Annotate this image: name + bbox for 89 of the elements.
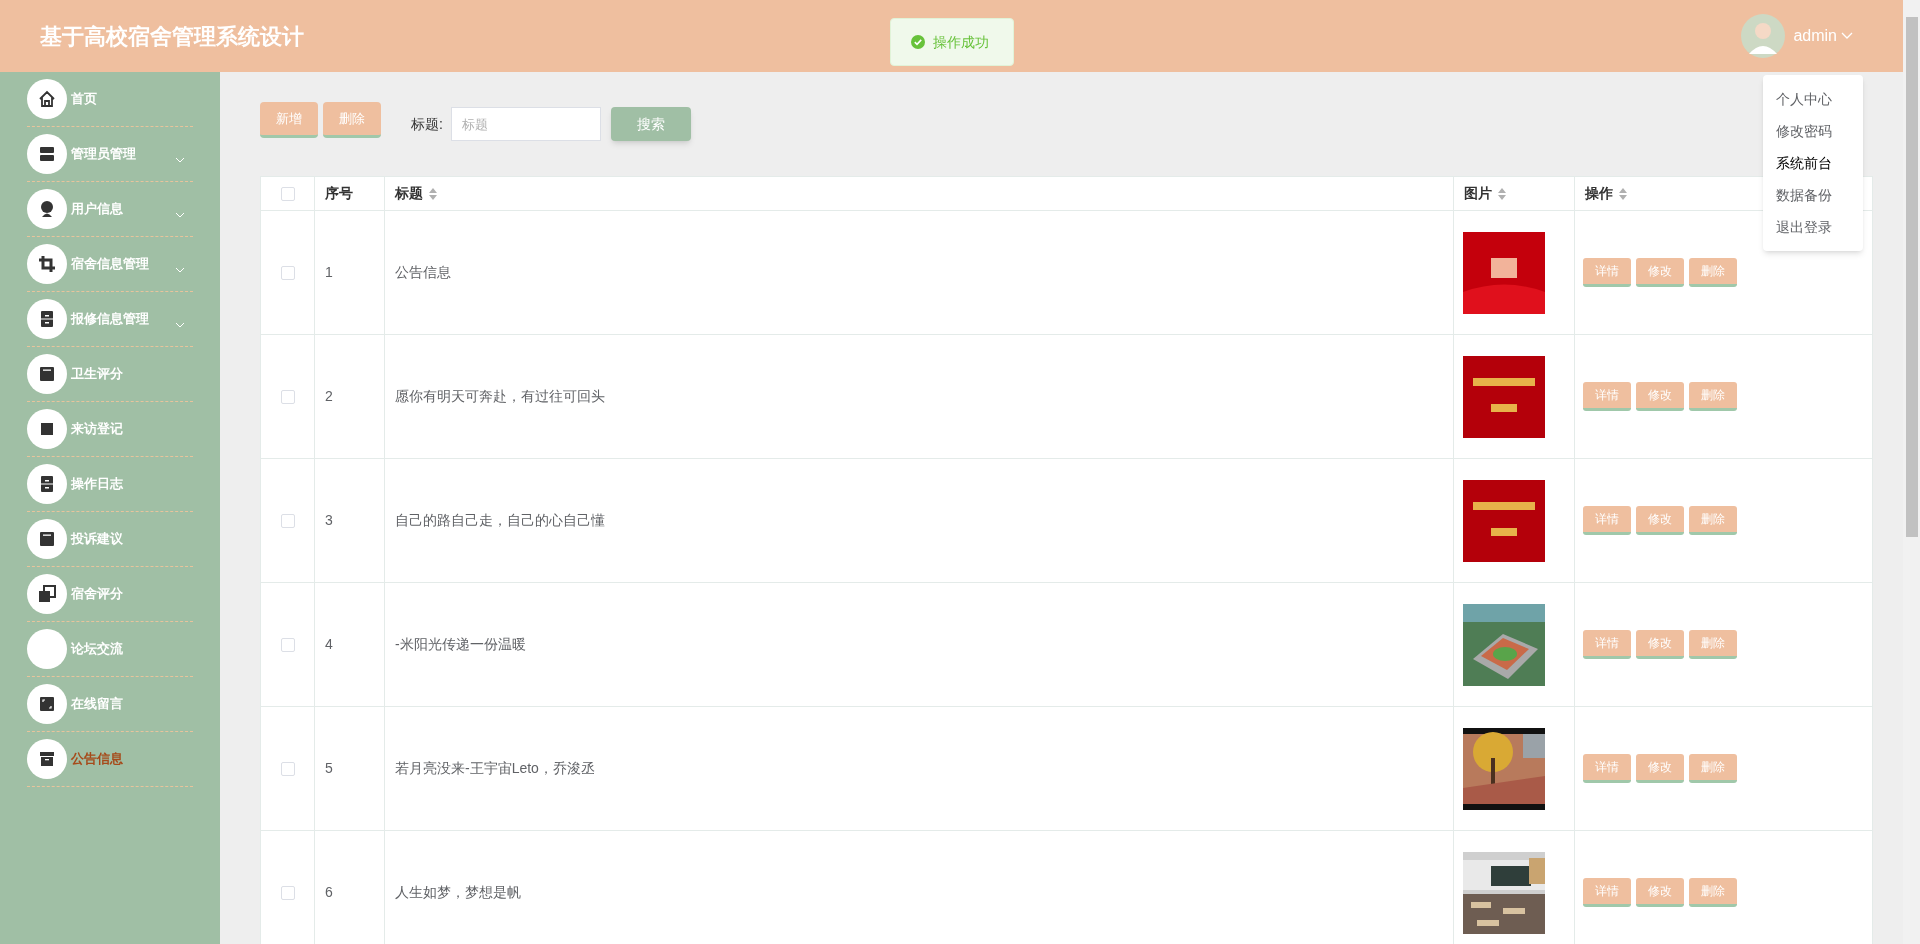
search-field[interactable]: 标题 xyxy=(450,107,601,141)
toolbar-button[interactable]: 删除 xyxy=(323,102,381,138)
action-button[interactable]: 修改 xyxy=(1636,506,1684,535)
chevron-down-icon[interactable] xyxy=(1841,32,1853,40)
sidebar-item[interactable]: 宿舍信息管理 xyxy=(27,237,193,292)
table-cell: 愿你有明天可奔赴，有过往可回头 xyxy=(395,388,605,404)
action-button[interactable]: 修改 xyxy=(1636,382,1684,411)
table-cell: 公告信息 xyxy=(395,264,451,280)
table-cell: 3 xyxy=(325,512,333,528)
chevron-down-icon xyxy=(175,212,185,218)
menu-item[interactable]: 数据备份 xyxy=(1763,179,1863,211)
menu-item[interactable]: 修改密码 xyxy=(1763,115,1863,147)
row-checkbox[interactable] xyxy=(280,761,295,776)
search-label: 标题: xyxy=(411,114,443,134)
sidebar-item[interactable]: 投诉建议 xyxy=(27,512,193,567)
menu-item[interactable]: 个人中心 xyxy=(1763,83,1863,115)
action-button[interactable]: 删除 xyxy=(1689,506,1737,535)
action-button[interactable]: 删除 xyxy=(1689,382,1737,411)
sidebar-item[interactable]: 宿舍评分 xyxy=(27,567,193,622)
menu-item[interactable]: 系统前台 xyxy=(1763,147,1863,179)
archive-icon xyxy=(27,739,67,779)
action-button[interactable]: 详情 xyxy=(1583,506,1631,535)
action-button[interactable]: 详情 xyxy=(1583,258,1631,287)
action-button[interactable]: 详情 xyxy=(1583,382,1631,411)
action-button[interactable]: 详情 xyxy=(1583,630,1631,659)
menu-item[interactable]: 退出登录 xyxy=(1763,211,1863,243)
sidebar-item[interactable]: 在线留言 xyxy=(27,677,193,732)
action-button[interactable]: 修改 xyxy=(1636,754,1684,783)
table-cell: 5 xyxy=(325,760,333,776)
toast-message: 操作成功 xyxy=(933,32,989,52)
crop-icon xyxy=(27,244,67,284)
sidebar-item[interactable]: 来访登记 xyxy=(27,402,193,457)
action-button[interactable]: 删除 xyxy=(1689,878,1737,907)
app-title: 基于高校宿舍管理系统设计 xyxy=(40,22,304,51)
column-header[interactable]: 操作 xyxy=(1585,185,1613,201)
username[interactable]: admin xyxy=(1793,24,1837,48)
stack-icon xyxy=(27,134,67,174)
action-button[interactable]: 删除 xyxy=(1689,630,1737,659)
sidebar-item[interactable]: 首页 xyxy=(27,72,193,127)
user-icon xyxy=(27,189,67,229)
sidebar-item[interactable]: 管理员管理 xyxy=(27,127,193,182)
expand-icon xyxy=(27,684,67,724)
home-icon xyxy=(27,79,67,119)
table-cell: 1 xyxy=(325,264,333,280)
table-cell: 6 xyxy=(325,884,333,900)
column-header[interactable]: 序号 xyxy=(325,185,353,201)
select-all-checkbox[interactable] xyxy=(280,186,295,201)
chevron-down-icon xyxy=(175,157,185,163)
action-button[interactable]: 删除 xyxy=(1689,754,1737,783)
table-cell: 4 xyxy=(325,636,333,652)
action-button[interactable]: 详情 xyxy=(1583,878,1631,907)
drawer-icon xyxy=(27,464,67,504)
sidebar-item[interactable]: 报修信息管理 xyxy=(27,292,193,347)
sort-icon[interactable] xyxy=(1619,188,1627,201)
table-cell: -米阳光传递一份温暖 xyxy=(395,636,526,652)
action-button[interactable]: 修改 xyxy=(1636,258,1684,287)
drawer-icon xyxy=(27,299,67,339)
table-cell: 人生如梦，梦想是帆 xyxy=(395,884,521,900)
row-checkbox[interactable] xyxy=(280,513,295,528)
circle-icon xyxy=(27,629,67,669)
window-icon xyxy=(27,354,67,394)
success-icon xyxy=(911,35,925,49)
copy-icon xyxy=(27,574,67,614)
table-cell: 自己的路自己走，自己的心自己懂 xyxy=(395,512,605,528)
toolbar-button[interactable]: 新增 xyxy=(260,102,318,138)
chevron-down-icon xyxy=(175,267,185,273)
sidebar-item[interactable]: 操作日志 xyxy=(27,457,193,512)
row-checkbox[interactable] xyxy=(280,885,295,900)
table-cell: 2 xyxy=(325,388,333,404)
sort-icon[interactable] xyxy=(1498,188,1506,201)
row-checkbox[interactable] xyxy=(280,265,295,280)
action-button[interactable]: 修改 xyxy=(1636,878,1684,907)
column-header[interactable]: 标题 xyxy=(395,185,423,201)
action-button[interactable]: 删除 xyxy=(1689,258,1737,287)
column-header[interactable]: 图片 xyxy=(1464,185,1492,201)
sidebar-item[interactable]: 卫生评分 xyxy=(27,347,193,402)
avatar-icon[interactable] xyxy=(1741,14,1786,58)
sidebar-item[interactable]: 论坛交流 xyxy=(27,622,193,677)
sidebar-item[interactable]: 用户信息 xyxy=(27,182,193,237)
sidebar-item[interactable]: 公告信息 xyxy=(27,732,193,787)
search-button[interactable]: 搜索 xyxy=(610,107,691,141)
action-button[interactable]: 详情 xyxy=(1583,754,1631,783)
chevron-down-icon xyxy=(175,322,185,328)
table-cell: 若月亮没来-王宇宙Leto，乔浚丞 xyxy=(395,760,595,776)
action-button[interactable]: 修改 xyxy=(1636,630,1684,659)
row-checkbox[interactable] xyxy=(280,389,295,404)
sort-icon[interactable] xyxy=(429,188,437,201)
window-icon xyxy=(27,519,67,559)
row-checkbox[interactable] xyxy=(280,637,295,652)
